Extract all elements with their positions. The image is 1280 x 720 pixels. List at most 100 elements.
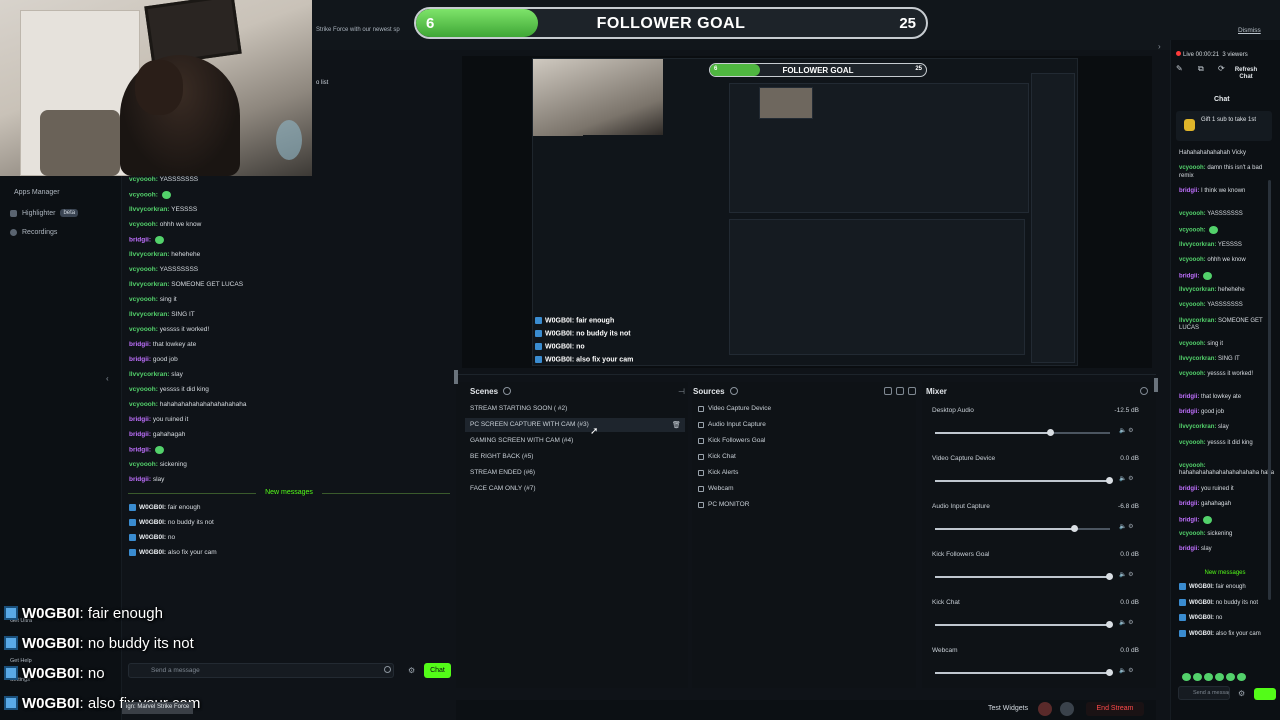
volume-slider[interactable] bbox=[935, 525, 1110, 532]
end-stream-button[interactable]: End Stream bbox=[1086, 702, 1144, 716]
right-chat-line: W0GB0I: no buddy its not bbox=[1179, 598, 1275, 608]
mute-icon[interactable]: 🔈 ⚙ bbox=[1119, 475, 1139, 482]
scene-item[interactable]: FACE CAM ONLY (#7) bbox=[470, 485, 536, 492]
chevron-right-icon[interactable]: › bbox=[1158, 42, 1161, 51]
mute-icon[interactable]: 🔈 ⚙ bbox=[1119, 667, 1139, 674]
resize-handle[interactable] bbox=[454, 370, 458, 384]
emote-icon[interactable] bbox=[1237, 672, 1246, 681]
mixer-channel-db: 0.0 dB bbox=[1120, 647, 1139, 654]
chat-username: bridgii: bbox=[1179, 546, 1200, 553]
mute-icon[interactable]: 🔈 ⚙ bbox=[1119, 427, 1139, 434]
volume-fill bbox=[935, 624, 1110, 626]
source-label: Video Capture Device bbox=[708, 405, 772, 412]
volume-knob[interactable] bbox=[1106, 621, 1113, 628]
chat-line: W0GB0I: no buddy its not bbox=[129, 519, 214, 526]
chat-username: W0GB0I: bbox=[139, 504, 167, 512]
sidebar-item-recordings[interactable]: Recordings bbox=[10, 229, 57, 236]
chat-send-button[interactable]: Chat bbox=[424, 663, 451, 678]
gear-icon[interactable]: ⚙ bbox=[408, 666, 415, 675]
volume-slider[interactable] bbox=[935, 573, 1113, 580]
chat-username: llvvycorkran: bbox=[129, 311, 170, 318]
scene-item[interactable]: STREAM STARTING SOON ( #2) bbox=[470, 405, 567, 412]
gift-sub-banner[interactable]: Gift 1 sub to take 1st bbox=[1176, 111, 1272, 141]
add-scene-icon[interactable] bbox=[503, 387, 512, 395]
trash-icon[interactable]: 🗑 bbox=[672, 421, 681, 429]
scene-item[interactable]: BE RIGHT BACK (#5) bbox=[470, 453, 533, 460]
right-chat-input[interactable]: Send a message bbox=[1178, 686, 1230, 700]
chat-username: bridgii: bbox=[129, 476, 152, 483]
folder-icon[interactable] bbox=[896, 387, 904, 395]
sidebar-item-get-help[interactable]: Get Help bbox=[10, 658, 32, 664]
volume-knob[interactable] bbox=[1071, 525, 1078, 532]
popout-icon[interactable]: ⧉ bbox=[1198, 64, 1204, 74]
refresh-label: Refresh bbox=[1234, 67, 1258, 73]
right-chat-send-button[interactable] bbox=[1254, 688, 1276, 700]
source-item[interactable]: Kick Followers Goal bbox=[698, 437, 765, 444]
emote-icon[interactable] bbox=[1182, 672, 1191, 681]
refresh-chat-button[interactable]: Refresh Chat bbox=[1233, 67, 1259, 81]
source-item[interactable]: Kick Alerts bbox=[698, 469, 738, 476]
mixer-settings-icon[interactable] bbox=[1140, 387, 1148, 395]
preview-chat-message: W0GB0I: no buddy its not bbox=[535, 330, 631, 337]
mute-icon[interactable]: 🔈 ⚙ bbox=[1119, 523, 1139, 530]
scene-item[interactable]: GAMING SCREEN WITH CAM (#4) bbox=[470, 437, 573, 444]
layers-icon[interactable] bbox=[884, 387, 892, 395]
scene-item[interactable]: STREAM ENDED (#6) bbox=[470, 469, 535, 476]
chat-input[interactable]: Send a message bbox=[128, 663, 394, 678]
right-chat-line: vcyoooh: hahahahahahahahahahahaha haha bbox=[1179, 463, 1275, 478]
mixer-icon[interactable] bbox=[908, 387, 916, 395]
collapse-chevron-icon[interactable]: ‹ bbox=[106, 374, 109, 383]
add-source-icon[interactable] bbox=[729, 387, 738, 395]
emote-icon[interactable] bbox=[1193, 672, 1202, 681]
replay-icon[interactable] bbox=[1060, 702, 1074, 716]
chat-message: no bbox=[1215, 615, 1223, 622]
sidebar-item-highlighter[interactable]: Highlighter beta bbox=[10, 209, 79, 217]
left-chat-panel: vcyoooh: YASSSSSSS vcyoooh: llvvycorkran:… bbox=[122, 176, 456, 686]
test-widgets-button[interactable]: Test Widgets bbox=[988, 705, 1028, 712]
volume-knob[interactable] bbox=[1106, 669, 1113, 676]
chat-username: llvvycorkran: bbox=[1179, 317, 1217, 324]
source-item[interactable]: Webcam bbox=[698, 485, 734, 492]
chat-username: bridgii: bbox=[129, 446, 152, 454]
mute-icon[interactable]: 🔈 ⚙ bbox=[1119, 619, 1139, 626]
chat-message: Hahahahahahahah Vicky bbox=[1179, 150, 1246, 156]
scene-item[interactable]: PC SCREEN CAPTURE WITH CAM (#3) bbox=[470, 421, 589, 428]
mixer-channel-db: -12.5 dB bbox=[1114, 407, 1139, 414]
volume-slider[interactable] bbox=[935, 477, 1113, 484]
chat-message: hehehehe bbox=[171, 251, 201, 258]
emote-bar[interactable] bbox=[1180, 668, 1272, 681]
record-toggle-icon[interactable] bbox=[1038, 702, 1052, 716]
sidebar-item-apps-manager[interactable]: Apps Manager bbox=[14, 189, 60, 196]
preview-chat-message: W0GB0I: also fix your cam bbox=[535, 356, 633, 363]
mute-icon[interactable]: 🔈 ⚙ bbox=[1119, 571, 1139, 578]
dismiss-link[interactable]: Dismiss bbox=[1238, 27, 1261, 34]
preview-chat-message: W0GB0I: fair enough bbox=[535, 317, 614, 324]
right-scrollbar[interactable] bbox=[1268, 180, 1271, 600]
source-item[interactable]: PC MONITOR bbox=[698, 501, 749, 508]
live-dot-icon bbox=[1176, 51, 1181, 56]
emote-icon[interactable] bbox=[1204, 672, 1213, 681]
source-item[interactable]: Video Capture Device bbox=[698, 405, 771, 412]
volume-knob[interactable] bbox=[1046, 429, 1054, 436]
volume-slider[interactable] bbox=[935, 621, 1113, 628]
film-icon bbox=[10, 209, 17, 217]
source-item[interactable]: Audio Input Capture bbox=[698, 421, 766, 428]
volume-knob[interactable] bbox=[1106, 573, 1113, 580]
edit-icon[interactable]: ✎ bbox=[1176, 64, 1183, 73]
volume-slider[interactable] bbox=[935, 429, 1110, 436]
collapse-icon[interactable]: ⊣ bbox=[678, 387, 686, 396]
chat-username: vcyoooh: bbox=[1179, 371, 1206, 377]
emote-icon[interactable] bbox=[1226, 672, 1235, 681]
emoji-icon[interactable] bbox=[384, 666, 391, 673]
right-gear-icon[interactable]: ⚙ bbox=[1238, 689, 1245, 698]
chat-line: W0GB0I: fair enough bbox=[129, 504, 200, 511]
refresh-icon[interactable]: ⟳ bbox=[1218, 64, 1225, 73]
overlay-username: W0GB0I bbox=[22, 695, 80, 712]
emote-icon[interactable] bbox=[1215, 672, 1224, 681]
source-item[interactable]: Kick Chat bbox=[698, 453, 736, 460]
volume-slider[interactable] bbox=[935, 669, 1113, 676]
volume-knob[interactable] bbox=[1106, 477, 1113, 484]
camera-icon bbox=[698, 405, 704, 412]
beta-badge: beta bbox=[60, 209, 79, 217]
resize-handle-right[interactable] bbox=[1154, 378, 1158, 392]
